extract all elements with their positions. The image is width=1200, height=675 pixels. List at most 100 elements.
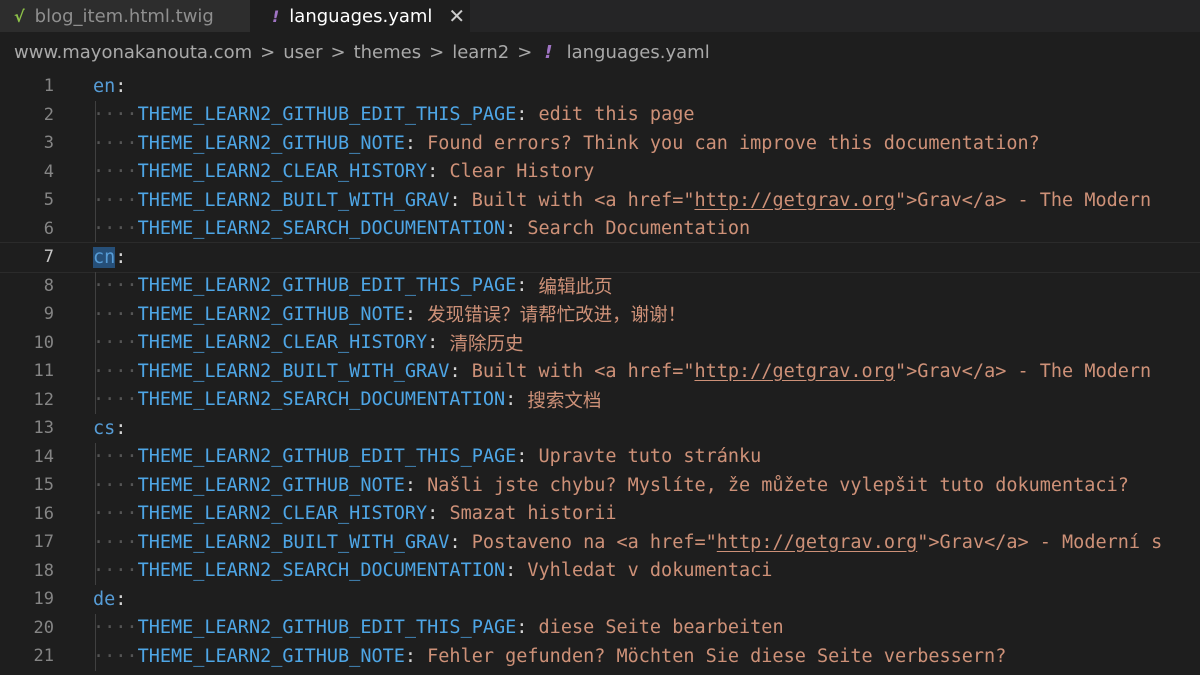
whitespace-dots: ···· [93,189,138,211]
line-number: 11 [33,361,54,382]
whitespace-dots: ···· [93,360,138,382]
code-line[interactable]: 10 ···· THEME_LEARN2_CLEAR_HISTORY: 清除历史 [0,328,1200,357]
code-line[interactable]: 11 ···· THEME_LEARN2_BUILT_WITH_GRAV: Buil… [0,357,1200,386]
code-line[interactable]: 19 de: [0,585,1200,614]
code-line[interactable]: 5 ···· THEME_LEARN2_BUILT_WITH_GRAV: Built… [0,186,1200,215]
code-line[interactable]: 16 ···· THEME_LEARN2_CLEAR_HISTORY: Smazat… [0,499,1200,528]
code-text: ···· THEME_LEARN2_GITHUB_NOTE: Našli jste… [93,471,1129,500]
code-line[interactable]: 14 ···· THEME_LEARN2_GITHUB_EDIT_THIS_PAGE… [0,442,1200,471]
code-text: ···· THEME_LEARN2_GITHUB_EDIT_THIS_PAGE: … [93,101,694,130]
line-number: 19 [33,589,54,610]
yaml-value: 编辑此页 [538,276,613,298]
line-number: 14 [33,446,54,467]
yaml-colon: : [449,189,472,211]
yaml-key: THEME_LEARN2_SEARCH_DOCUMENTATION [137,218,506,240]
whitespace-dots: ···· [93,218,138,240]
yaml-key: THEME_LEARN2_CLEAR_HISTORY [137,503,428,525]
code-line[interactable]: 17 ···· THEME_LEARN2_BUILT_WITH_GRAV: Post… [0,528,1200,557]
code-text: ···· THEME_LEARN2_SEARCH_DOCUMENTATION: V… [93,557,772,586]
code-line[interactable]: 18 ···· THEME_LEARN2_SEARCH_DOCUMENTATION:… [0,556,1200,586]
url-link[interactable]: http://getgrav.org [717,532,917,553]
yaml-key: THEME_LEARN2_GITHUB_NOTE [137,303,405,325]
yaml-colon: : [449,531,472,553]
url-link[interactable]: http://getgrav.org [694,361,894,382]
code-line[interactable]: 12 ···· THEME_LEARN2_SEARCH_DOCUMENTATION:… [0,385,1200,415]
url-link[interactable]: http://getgrav.org [694,190,894,211]
tab-label: languages.yaml [289,5,433,27]
line-number: 10 [33,332,54,353]
yaml-key: THEME_LEARN2_BUILT_WITH_GRAV [137,360,450,382]
code-line[interactable]: 1 en: [0,72,1200,101]
breadcrumb-file[interactable]: languages.yaml [567,42,710,63]
code-text: de: [93,585,126,614]
line-number: 13 [33,418,54,439]
yaml-colon: : [516,275,539,297]
yaml-colon: : [115,417,127,439]
whitespace-dots: ···· [93,617,138,639]
code-line[interactable]: 9 ···· THEME_LEARN2_GITHUB_NOTE: 发现错误？请帮忙改… [0,300,1200,329]
line-number: 3 [43,133,54,154]
code-line[interactable]: 20 ···· THEME_LEARN2_GITHUB_EDIT_THIS_PAGE… [0,613,1200,642]
whitespace-dots: ···· [93,645,138,667]
whitespace-dots: ···· [93,503,138,525]
yaml-key: THEME_LEARN2_GITHUB_EDIT_THIS_PAGE [137,275,517,297]
yaml-key: THEME_LEARN2_GITHUB_NOTE [137,645,405,667]
yaml-key: THEME_LEARN2_GITHUB_NOTE [137,132,405,154]
code-line[interactable]: 3 ···· THEME_LEARN2_GITHUB_NOTE: Found err… [0,129,1200,158]
yaml-colon: : [505,218,528,240]
code-text: ···· THEME_LEARN2_BUILT_WITH_GRAV: Built … [93,357,1151,386]
yaml-key: THEME_LEARN2_CLEAR_HISTORY [137,332,428,354]
line-number: 12 [33,389,54,410]
yaml-key: THEME_LEARN2_CLEAR_HISTORY [137,161,428,183]
yaml-value: Vyhledat v dokumentaci [527,560,773,582]
yaml-colon: : [516,446,539,468]
line-number: 5 [43,190,54,211]
yaml-colon: : [404,474,428,496]
yaml-colon: : [516,617,539,639]
yaml-value: Search Documentation [527,218,751,240]
twig-file-icon: √ [14,6,25,26]
line-number: 1 [43,76,54,97]
code-text: cn: [93,243,126,272]
tab-label: blog_item.html.twig [34,5,214,27]
line-number: 18 [33,560,54,581]
breadcrumb-item[interactable]: user [283,42,322,63]
breadcrumb-item[interactable]: www.mayonakanouta.com [14,42,252,63]
yaml-key: THEME_LEARN2_GITHUB_EDIT_THIS_PAGE [137,104,517,126]
code-line[interactable]: 7 cn: [0,242,1200,273]
whitespace-dots: ···· [93,389,138,411]
yaml-value: Built with <a href=" [471,189,695,211]
close-icon[interactable]: ✕ [448,4,465,28]
yaml-value: Upravte tuto stránku [538,446,762,468]
code-text: ···· THEME_LEARN2_SEARCH_DOCUMENTATION: 搜… [93,386,601,415]
yaml-key: de [93,588,116,610]
whitespace-dots: ···· [93,161,138,183]
code-line[interactable]: 21 ···· THEME_LEARN2_GITHUB_NOTE: Fehler g… [0,642,1200,671]
breadcrumb-item[interactable]: learn2 [452,42,509,63]
code-text: ···· THEME_LEARN2_GITHUB_NOTE: 发现错误？请帮忙改进… [93,300,686,329]
yaml-value: Našli jste chybu? Myslíte, že můžete vyl… [427,474,1129,496]
code-text: cs: [93,414,126,443]
yaml-value: Fehler gefunden? Möchten Sie diese Seite… [427,645,1007,667]
yaml-colon: : [404,303,428,325]
yaml-key: en [93,75,116,97]
code-line[interactable]: 4 ···· THEME_LEARN2_CLEAR_HISTORY: Clear H… [0,157,1200,186]
yaml-colon: : [505,389,528,411]
code-line[interactable]: 2 ···· THEME_LEARN2_GITHUB_EDIT_THIS_PAGE:… [0,100,1200,130]
yaml-value: 搜索文档 [527,390,602,412]
code-text: ···· THEME_LEARN2_BUILT_WITH_GRAV: Built … [93,186,1151,215]
yaml-colon: : [115,246,127,268]
code-line[interactable]: 15 ···· THEME_LEARN2_GITHUB_NOTE: Našli js… [0,471,1200,500]
line-number: 21 [33,646,54,667]
code-line[interactable]: 6 ···· THEME_LEARN2_SEARCH_DOCUMENTATION: … [0,214,1200,243]
tab-languages-yaml[interactable]: ! languages.yaml ✕ [250,0,470,32]
code-line[interactable]: 13 cs: [0,414,1200,443]
breadcrumb-item[interactable]: themes [354,42,422,63]
code-text: ···· THEME_LEARN2_GITHUB_NOTE: Found erro… [93,129,1040,158]
yaml-value: ">Grav</a> - Moderní s [917,531,1163,553]
line-number: 9 [43,304,54,325]
tab-blog-item-twig[interactable]: √ blog_item.html.twig [0,0,250,32]
yaml-value: ">Grav</a> - The Modern [894,360,1152,382]
code-editor[interactable]: 1 en: 2 ···· THEME_LEARN2_GITHUB_EDIT_THIS_P… [0,72,1200,671]
code-line[interactable]: 8 ···· THEME_LEARN2_GITHUB_EDIT_THIS_PAGE:… [0,271,1200,300]
